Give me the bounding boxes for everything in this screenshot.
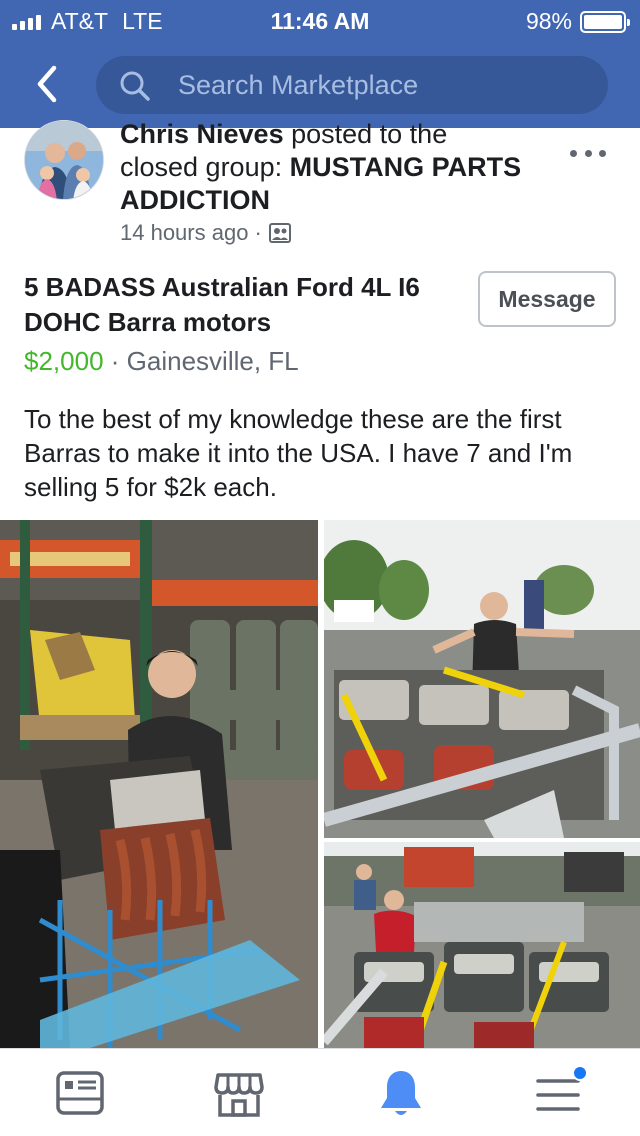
group-prefix: closed group:	[120, 152, 290, 182]
photo-engines-trailer	[324, 520, 640, 838]
menu-icon	[536, 1065, 588, 1111]
meta-separator: ·	[254, 220, 262, 245]
search-icon	[120, 71, 150, 101]
dot-icon	[584, 150, 592, 157]
post-meta: 14 hours ago ·	[120, 220, 292, 246]
battery-status: 98%	[525, 8, 630, 35]
search-bar[interactable]: Search Marketplace	[96, 56, 608, 114]
bell-icon	[381, 1071, 421, 1115]
tab-marketplace[interactable]	[212, 1067, 266, 1121]
photo-engines-lot	[324, 842, 640, 1048]
price-location-row: $2,000 · Gainesville, FL	[24, 346, 299, 377]
closed-group-icon	[268, 223, 291, 243]
photo-engine-warehouse	[0, 520, 318, 1048]
listing-price: $2,000	[24, 346, 104, 376]
bottom-tab-bar	[0, 1048, 640, 1136]
notification-dot	[572, 1065, 588, 1081]
post-timestamp[interactable]: 14 hours ago	[120, 220, 248, 246]
group-name-line1[interactable]: MUSTANG PARTS	[290, 152, 522, 182]
top-navigation-bar: AT&T LTE 11:46 AM 98% Search Marketplace	[0, 0, 640, 128]
status-bar: AT&T LTE 11:46 AM 98%	[0, 0, 640, 40]
post-action: posted to the	[283, 119, 448, 149]
tab-notifications[interactable]	[374, 1067, 428, 1121]
listing-photo-3[interactable]	[324, 842, 640, 1048]
dot-icon	[599, 150, 606, 157]
search-placeholder: Search Marketplace	[178, 70, 419, 100]
listing-photo-1[interactable]	[0, 520, 318, 1048]
tab-news-feed[interactable]	[54, 1067, 108, 1121]
more-options-button[interactable]	[570, 150, 606, 162]
listing-location: Gainesville, FL	[126, 346, 299, 376]
news-feed-icon	[56, 1071, 104, 1115]
listing-description: To the best of my knowledge these are th…	[24, 404, 573, 502]
dot-icon	[570, 150, 577, 157]
listing-photo-2[interactable]	[324, 520, 640, 838]
post-header-text: Chris Nieves posted to the closed group:…	[120, 119, 560, 217]
group-name-line2[interactable]: ADDICTION	[120, 185, 270, 215]
battery-icon	[580, 10, 630, 33]
listing-title[interactable]: 5 BADASS Australian Ford 4L I6 DOHC Barr…	[24, 270, 464, 340]
back-button[interactable]	[28, 62, 68, 106]
marketplace-icon	[214, 1073, 264, 1117]
price-separator: ·	[110, 346, 120, 376]
tab-menu[interactable]	[534, 1065, 588, 1121]
author-name[interactable]: Chris Nieves	[120, 119, 284, 149]
battery-percent: 98%	[525, 8, 572, 34]
chevron-left-icon	[37, 65, 57, 103]
author-avatar[interactable]	[24, 120, 104, 200]
avatar-photo	[25, 121, 103, 199]
message-button[interactable]: Message	[478, 271, 616, 327]
